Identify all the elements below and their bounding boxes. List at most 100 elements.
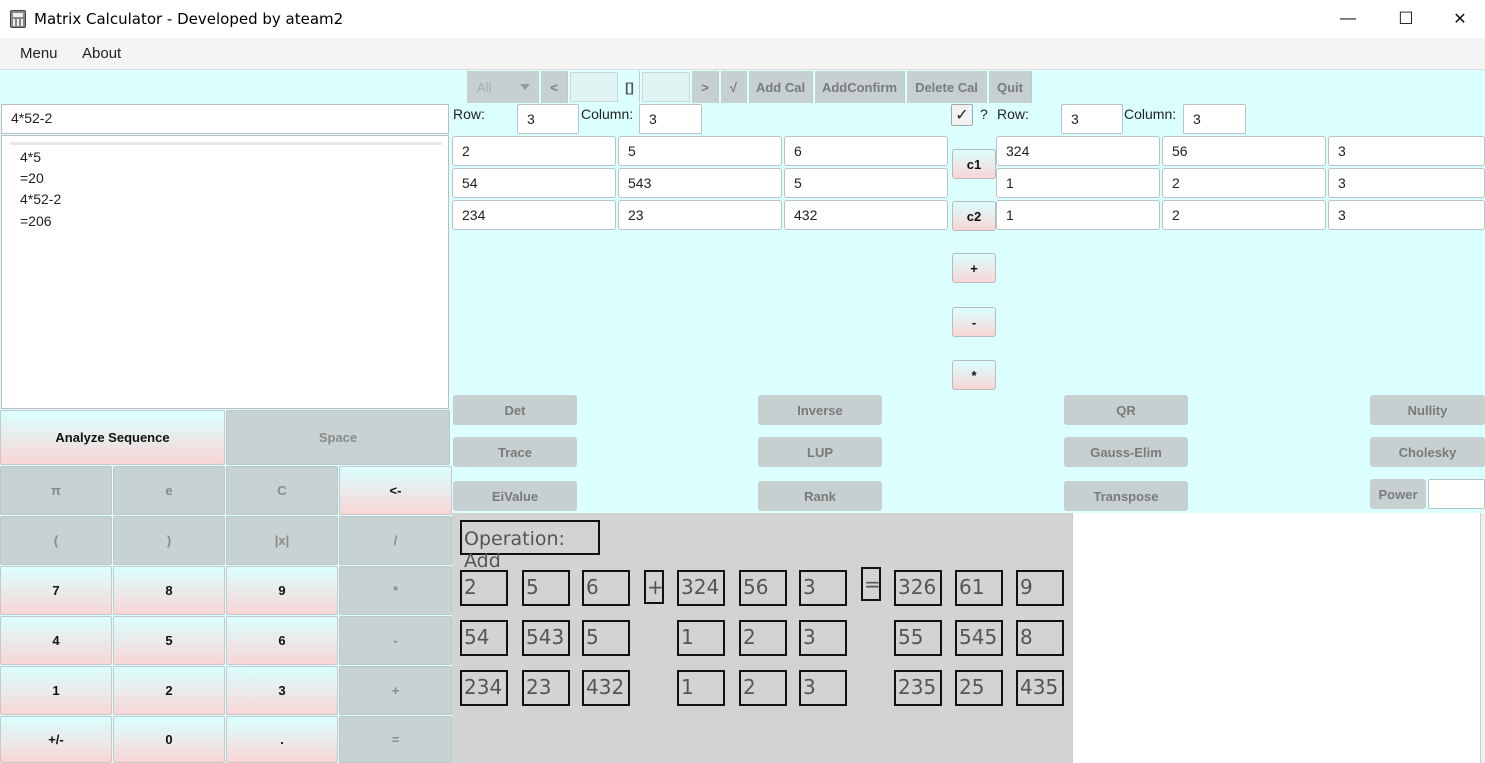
fn-power-button[interactable]: Power [1370,479,1426,509]
fn-gauss-elim-button[interactable]: Gauss-Elim [1064,437,1188,467]
key-6[interactable]: 6 [226,616,338,665]
delete-cal-button[interactable]: Delete Cal [907,71,987,103]
matrix-right-cell[interactable]: 324 [996,136,1160,166]
sqrt-button[interactable]: √ [721,71,747,103]
multiply-button[interactable]: * [952,360,996,390]
key-e[interactable]: e [113,466,225,515]
fn-nullity-button[interactable]: Nullity [1370,395,1485,425]
result-c-cell: 8 [1016,620,1064,656]
left-row-input[interactable]: 3 [517,104,579,134]
matrix-right-cell[interactable]: 1 [996,168,1160,198]
fn-lup-button[interactable]: LUP [758,437,882,467]
right-matrix-checkbox[interactable]: ✓ [951,104,973,126]
key-4[interactable]: 4 [0,616,112,665]
c2-button[interactable]: c2 [952,201,996,231]
matrix-right-cell[interactable]: 3 [1328,200,1485,230]
left-column-input[interactable]: 3 [639,104,702,134]
fn-det-button[interactable]: Det [453,395,577,425]
matrix-left-cell[interactable]: 2 [452,136,616,166]
fn-qr-button[interactable]: QR [1064,395,1188,425]
history-line: =206 [20,213,52,229]
matrix-left-cell[interactable]: 543 [618,168,782,198]
fn-rank-button[interactable]: Rank [758,481,882,511]
next-button[interactable]: > [692,71,719,103]
space-button[interactable]: Space [226,410,450,465]
calc-total-field[interactable] [642,72,690,102]
key-backspace[interactable]: <- [339,466,452,515]
result-b-cell: 1 [677,670,725,706]
add-cal-button[interactable]: Add Cal [749,71,813,103]
history-scrollbar[interactable] [10,142,442,145]
right-column-label: Column: [1124,106,1177,122]
right-column-input[interactable]: 3 [1183,104,1246,134]
matrix-right-cell[interactable]: 56 [1162,136,1326,166]
minimize-button[interactable]: — [1319,0,1377,38]
matrix-right-cell[interactable]: 3 [1328,168,1485,198]
fn-trace-button[interactable]: Trace [453,437,577,467]
calculator-app-icon [10,10,26,28]
result-c-cell: 326 [894,570,942,606]
close-button[interactable]: ✕ [1435,0,1485,38]
add-confirm-button[interactable]: AddConfirm [815,71,905,103]
menu-item-about[interactable]: About [82,45,121,62]
key-2[interactable]: 2 [113,666,225,715]
key-abs[interactable]: |x| [226,516,338,565]
key-negate[interactable]: +/- [0,716,112,763]
matrix-left-cell[interactable]: 432 [784,200,948,230]
subtract-button[interactable]: - [952,307,996,337]
matrix-left-cell[interactable]: 234 [452,200,616,230]
right-row-input[interactable]: 3 [1061,104,1123,134]
key-5[interactable]: 5 [113,616,225,665]
matrix-left-cell[interactable]: 23 [618,200,782,230]
matrix-right-cell[interactable]: 2 [1162,200,1326,230]
key-plus[interactable]: + [339,666,452,715]
quit-button[interactable]: Quit [989,71,1032,103]
matrix-right-cell[interactable]: 1 [996,200,1160,230]
prev-button[interactable]: < [541,71,568,103]
result-b-cell: 3 [799,620,847,656]
result-scrollbar[interactable] [1480,513,1485,763]
key-7[interactable]: 7 [0,566,112,615]
matrix-left-cell[interactable]: 5 [784,168,948,198]
calc-index-field[interactable] [570,72,618,102]
key-8[interactable]: 8 [113,566,225,615]
matrix-right-cell[interactable]: 2 [1162,168,1326,198]
key-minus[interactable]: - [339,616,452,665]
key-decimal[interactable]: . [226,716,338,763]
matrix-left-cell[interactable]: 5 [618,136,782,166]
result-a-cell: 6 [582,570,630,606]
power-input[interactable] [1428,479,1485,509]
result-side-panel [1072,513,1480,763]
matrix-right-cell[interactable]: 3 [1328,136,1485,166]
analyze-sequence-button[interactable]: Analyze Sequence [0,410,225,465]
add-button[interactable]: + [952,253,996,283]
expression-input[interactable]: 4*52-2 [1,104,449,134]
key-pi[interactable]: π [0,466,112,515]
key-divide[interactable]: / [339,516,452,565]
fn-inverse-button[interactable]: Inverse [758,395,882,425]
matrix-left-cell[interactable]: 54 [452,168,616,198]
filter-select[interactable]: All [467,71,539,103]
result-a-cell: 54 [460,620,508,656]
operation-title: Operation: Add [460,520,600,572]
bracket-label: [] [620,71,640,103]
key-open-paren[interactable]: ( [0,516,112,565]
matrix-left-cell[interactable]: 6 [784,136,948,166]
key-1[interactable]: 1 [0,666,112,715]
c1-button[interactable]: c1 [952,149,996,179]
fn-cholesky-button[interactable]: Cholesky [1370,437,1485,467]
filter-select-value: All [477,79,492,95]
key-close-paren[interactable]: ) [113,516,225,565]
key-0[interactable]: 0 [113,716,225,763]
key-3[interactable]: 3 [226,666,338,715]
history-line: 4*5 [20,149,42,165]
key-9[interactable]: 9 [226,566,338,615]
fn-transpose-button[interactable]: Transpose [1064,481,1188,511]
result-a-cell: 5 [522,570,570,606]
key-equals[interactable]: = [339,716,452,763]
key-clear[interactable]: C [226,466,338,515]
maximize-button[interactable]: ☐ [1377,0,1435,38]
fn-eivalue-button[interactable]: EiValue [453,481,577,511]
menu-item-menu[interactable]: Menu [20,45,58,62]
key-multiply[interactable]: * [339,566,452,615]
